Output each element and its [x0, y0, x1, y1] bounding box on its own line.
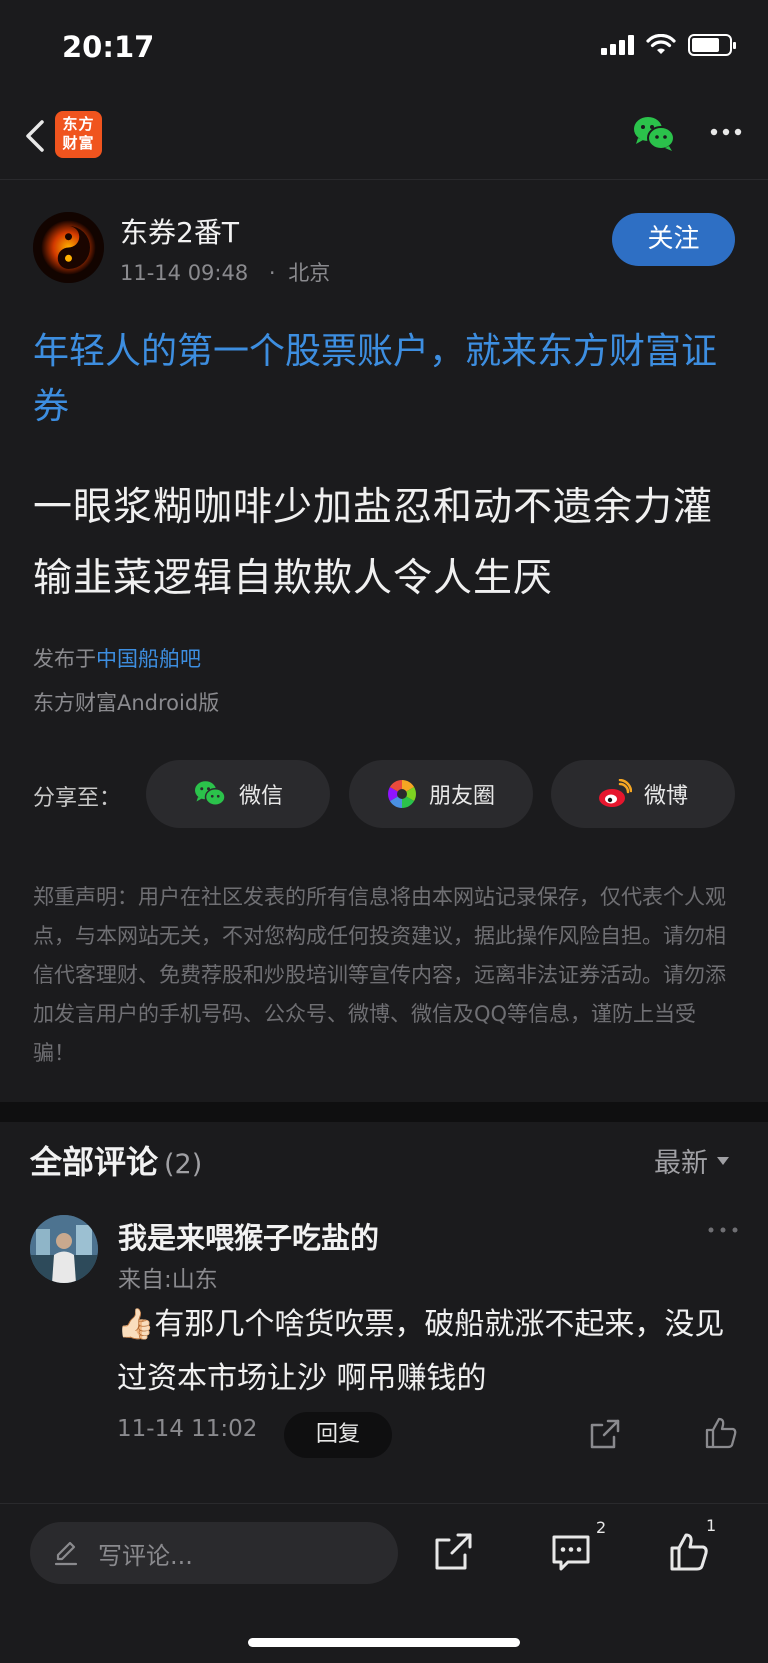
- comments-count: (2): [164, 1149, 203, 1180]
- post-location: 北京: [288, 261, 331, 285]
- post-body: 一眼浆糊咖啡少加盐忍和动不遗余力灌输韭菜逻辑自欺欺人令人生厌: [33, 485, 714, 601]
- cellular-signal-icon: [601, 35, 634, 55]
- wechat-icon: [194, 781, 226, 806]
- status-icons: [601, 34, 736, 56]
- sort-dropdown[interactable]: 最新: [654, 1141, 730, 1180]
- like-icon[interactable]: [704, 1416, 738, 1450]
- nav-bar: 东方财富: [0, 100, 768, 180]
- author-meta: 11-14 09:48 · 北京: [120, 257, 330, 287]
- section-divider: [0, 1102, 768, 1122]
- post-date: 11-14 09:48: [120, 261, 249, 285]
- comment-count-badge: 2: [596, 1518, 607, 1537]
- bottom-bar: 写评论... 2 1: [0, 1503, 768, 1663]
- back-icon[interactable]: [18, 116, 58, 156]
- caret-down-icon: [717, 1156, 729, 1165]
- published-prefix: 发布于: [33, 647, 96, 671]
- sort-label: 最新: [654, 1148, 708, 1179]
- disclaimer: 郑重声明：用户在社区发表的所有信息将由本网站记录保存，仅代表个人观点，与本网站无…: [33, 885, 726, 1065]
- share-weibo-label: 微博: [643, 784, 688, 809]
- comments-title-text: 全部评论: [30, 1143, 159, 1181]
- comment-text-content: 有那几个啥货吹票，破船就涨不起来，没见过资本市场让沙 啊吊赚钱的: [117, 1307, 725, 1396]
- author-row: 东券2番T 11-14 09:48 · 北京 关注: [0, 205, 768, 285]
- app-logo[interactable]: 东方财富: [55, 111, 102, 158]
- follow-button[interactable]: 关注: [612, 213, 735, 266]
- share-wechat-label: 微信: [238, 784, 283, 809]
- client-label: 东方财富Android版: [33, 691, 220, 715]
- comment-time: 11-14 11:02: [117, 1416, 258, 1442]
- comment-text: 👍🏻有那几个啥货吹票，破船就涨不起来，没见过资本市场让沙 啊吊赚钱的: [117, 1298, 737, 1406]
- comment-icon[interactable]: [550, 1531, 592, 1573]
- thumbs-up-icon[interactable]: [668, 1531, 710, 1573]
- weibo-icon: [598, 779, 632, 807]
- battery-icon: [688, 34, 736, 56]
- forward-icon[interactable]: [432, 1531, 474, 1573]
- pencil-icon: [54, 1541, 78, 1566]
- author-name[interactable]: 东券2番T: [120, 211, 239, 251]
- home-indicator: [248, 1638, 520, 1647]
- share-moments-label: 朋友圈: [428, 784, 495, 809]
- comments-title: 全部评论 (2): [30, 1137, 202, 1183]
- status-time: 20:17: [62, 30, 155, 64]
- promo-link[interactable]: 年轻人的第一个股票账户，就来东方财富证券: [33, 324, 733, 434]
- author-avatar[interactable]: [33, 212, 104, 283]
- like-count-badge: 1: [706, 1516, 717, 1535]
- reply-button[interactable]: 回复: [284, 1412, 392, 1458]
- status-bar: 20:17: [0, 0, 768, 96]
- commenter-location: 来自:山东: [118, 1267, 218, 1293]
- comment-input-placeholder: 写评论...: [98, 1541, 193, 1570]
- comments-header: 全部评论 (2) 最新: [0, 1135, 768, 1185]
- moments-icon: [388, 780, 416, 808]
- wifi-icon: [646, 34, 676, 54]
- share-moments-button[interactable]: 朋友圈: [349, 760, 533, 828]
- comment-input[interactable]: 写评论...: [30, 1522, 398, 1584]
- comment-more-icon[interactable]: [706, 1224, 740, 1236]
- more-options-icon[interactable]: [706, 122, 746, 142]
- meta-separator: ·: [268, 261, 276, 285]
- forum-link[interactable]: 中国船舶吧: [96, 647, 201, 671]
- commenter-name[interactable]: 我是来喂猴子吃盐的: [118, 1215, 379, 1257]
- share-row: 分享至： 微信 朋友圈 微博: [0, 758, 768, 830]
- commenter-avatar[interactable]: [30, 1215, 98, 1283]
- share-wechat-button[interactable]: 微信: [146, 760, 330, 828]
- share-icon[interactable]: [588, 1417, 622, 1451]
- share-label: 分享至：: [33, 786, 122, 811]
- share-weibo-button[interactable]: 微博: [551, 760, 735, 828]
- published-in: 发布于中国船舶吧: [33, 643, 201, 673]
- wechat-icon[interactable]: [632, 114, 676, 154]
- thumbs-up-emoji: 👍🏻: [117, 1307, 155, 1342]
- comment-item: 我是来喂猴子吃盐的 来自:山东 👍🏻有那几个啥货吹票，破船就涨不起来，没见过资本…: [0, 1210, 768, 1460]
